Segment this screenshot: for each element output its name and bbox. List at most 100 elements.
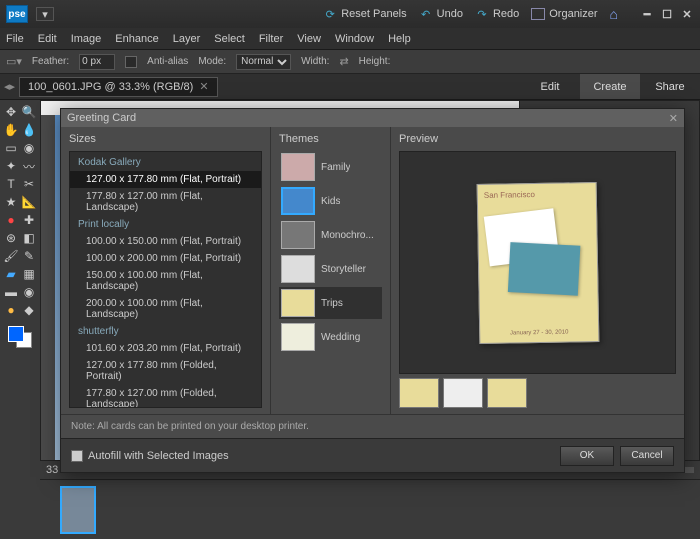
ok-button[interactable]: OK (560, 446, 614, 466)
menu-view[interactable]: View (297, 33, 321, 45)
size-option[interactable]: 100.00 x 200.00 mm (Flat, Portrait) (70, 250, 261, 267)
move-tool[interactable]: ✥ (3, 104, 19, 120)
minimize-button[interactable]: ━ (640, 7, 654, 21)
menu-file[interactable]: File (6, 33, 24, 45)
preview-box: San Francisco January 27 - 30, 2010 (399, 151, 676, 374)
selection-brush-tool[interactable]: 〰 (21, 158, 37, 174)
sizes-column: Sizes Kodak Gallery 127.00 x 177.80 mm (… (61, 127, 271, 414)
size-option[interactable]: 150.00 x 100.00 mm (Flat, Landscape) (70, 267, 261, 295)
mode-select[interactable]: Normal (236, 54, 291, 70)
theme-trips[interactable]: Trips (279, 287, 382, 319)
document-tab[interactable]: 100_0601.JPG @ 33.3% (RGB/8) ✕ (19, 77, 217, 97)
undo-button[interactable]: ↶Undo (419, 7, 463, 21)
bin-thumbnail[interactable] (60, 486, 96, 534)
size-option[interactable]: 177.80 x 127.00 mm (Folded, Landscape) (70, 385, 261, 408)
size-option[interactable]: 101.60 x 203.20 mm (Flat, Portrait) (70, 340, 261, 357)
menubar: File Edit Image Enhance Layer Select Fil… (0, 28, 700, 50)
zoom-tool[interactable]: 🔍 (21, 104, 37, 120)
cookie-cutter-tool[interactable]: ★ (3, 194, 19, 210)
shape-tool[interactable]: ▬ (3, 284, 19, 300)
marquee-tool[interactable]: ▭ (3, 140, 19, 156)
lasso-tool[interactable]: ◉ (21, 140, 37, 156)
theme-thumb (281, 153, 315, 181)
theme-monochrome[interactable]: Monochro... (279, 219, 382, 251)
theme-thumb (281, 255, 315, 283)
color-swatches[interactable] (8, 326, 32, 348)
theme-wedding[interactable]: Wedding (279, 321, 382, 353)
size-option[interactable]: 127.00 x 177.80 mm (Flat, Portrait) (70, 171, 261, 188)
tab-share[interactable]: Share (640, 74, 700, 99)
theme-family[interactable]: Family (279, 151, 382, 183)
menu-layer[interactable]: Layer (173, 33, 201, 45)
size-option[interactable]: 127.00 x 177.80 mm (Folded, Portrait) (70, 357, 261, 385)
menu-window[interactable]: Window (335, 33, 374, 45)
reset-panels-button[interactable]: ⟳Reset Panels (323, 7, 406, 21)
menu-image[interactable]: Image (71, 33, 102, 45)
wand-tool[interactable]: ✦ (3, 158, 19, 174)
blur-tool[interactable]: ◉ (21, 284, 37, 300)
menu-select[interactable]: Select (214, 33, 245, 45)
preview-page-thumb[interactable] (443, 378, 483, 408)
autofill-checkbox[interactable]: ✓ (71, 450, 83, 462)
refresh-icon: ⟳ (323, 7, 337, 21)
dialog-close-icon[interactable]: ✕ (669, 112, 678, 125)
preview-page-thumb[interactable] (399, 378, 439, 408)
crop-tool[interactable]: ✂ (21, 176, 37, 192)
eraser-tool[interactable]: ◧ (21, 230, 37, 246)
sizes-header: Sizes (69, 133, 262, 145)
theme-kids[interactable]: Kids (279, 185, 382, 217)
clone-tool[interactable]: ⊛ (3, 230, 19, 246)
antialias-checkbox[interactable] (125, 56, 137, 68)
hand-tool[interactable]: ✋ (3, 122, 19, 138)
menu-help[interactable]: Help (388, 33, 411, 45)
preview-card: San Francisco January 27 - 30, 2010 (476, 181, 599, 343)
themes-list[interactable]: Family Kids Monochro... Storyteller Trip… (279, 151, 382, 408)
sizes-list[interactable]: Kodak Gallery 127.00 x 177.80 mm (Flat, … (69, 151, 262, 408)
themes-column: Themes Family Kids Monochro... Storytell… (271, 127, 391, 414)
tabs-bar: ◂▸ 100_0601.JPG @ 33.3% (RGB/8) ✕ Edit C… (0, 74, 700, 100)
menu-enhance[interactable]: Enhance (115, 33, 158, 45)
theme-thumb (281, 323, 315, 351)
close-tab-icon[interactable]: ✕ (199, 80, 208, 93)
size-option[interactable]: 200.00 x 100.00 mm (Flat, Landscape) (70, 295, 261, 323)
gradient-tool[interactable]: ▦ (21, 266, 37, 282)
size-option[interactable]: 177.80 x 127.00 mm (Flat, Landscape) (70, 188, 261, 216)
redeye-tool[interactable]: ● (3, 212, 19, 228)
options-bar: ▭▾ Feather: Anti-alias Mode: Normal Widt… (0, 50, 700, 74)
provider-kodak: Kodak Gallery (70, 154, 261, 171)
dialog-titlebar[interactable]: Greeting Card ✕ (61, 109, 684, 127)
redo-button[interactable]: ↷Redo (475, 7, 519, 21)
home-icon[interactable]: ⌂ (610, 6, 618, 22)
smartbrush-tool[interactable]: ✎ (21, 248, 37, 264)
maximize-button[interactable]: ☐ (660, 7, 674, 21)
zoom-value: 33 (46, 464, 58, 476)
cancel-button[interactable]: Cancel (620, 446, 674, 466)
tab-create[interactable]: Create (580, 74, 640, 99)
menu-filter[interactable]: Filter (259, 33, 283, 45)
logo-dropdown[interactable]: ▾ (36, 7, 54, 21)
foreground-swatch[interactable] (8, 326, 24, 342)
tab-nav-icon[interactable]: ◂▸ (4, 80, 15, 93)
tool-preset-icon[interactable]: ▭▾ (6, 55, 22, 68)
tab-edit[interactable]: Edit (520, 74, 580, 99)
brush-tool[interactable]: 🖌 (3, 248, 19, 264)
organizer-button[interactable]: Organizer (531, 8, 597, 20)
card-title: San Francisco (477, 182, 595, 205)
straighten-tool[interactable]: 📐 (21, 194, 37, 210)
detail-tool[interactable]: ◆ (21, 302, 37, 318)
theme-storyteller[interactable]: Storyteller (279, 253, 382, 285)
eyedropper-tool[interactable]: 💧 (21, 122, 37, 138)
healing-tool[interactable]: ✚ (21, 212, 37, 228)
menu-edit[interactable]: Edit (38, 33, 57, 45)
feather-input[interactable] (79, 54, 115, 70)
sponge-tool[interactable]: ● (3, 302, 19, 318)
width-label: Width: (301, 56, 329, 67)
size-option[interactable]: 100.00 x 150.00 mm (Flat, Portrait) (70, 233, 261, 250)
themes-header: Themes (279, 133, 382, 145)
preview-page-thumb[interactable] (487, 378, 527, 408)
type-tool[interactable]: T (3, 176, 19, 192)
theme-thumb (281, 289, 315, 317)
swap-icon[interactable]: ⇄ (339, 55, 348, 68)
close-button[interactable]: ✕ (680, 7, 694, 21)
bucket-tool[interactable]: ▰ (3, 266, 19, 282)
